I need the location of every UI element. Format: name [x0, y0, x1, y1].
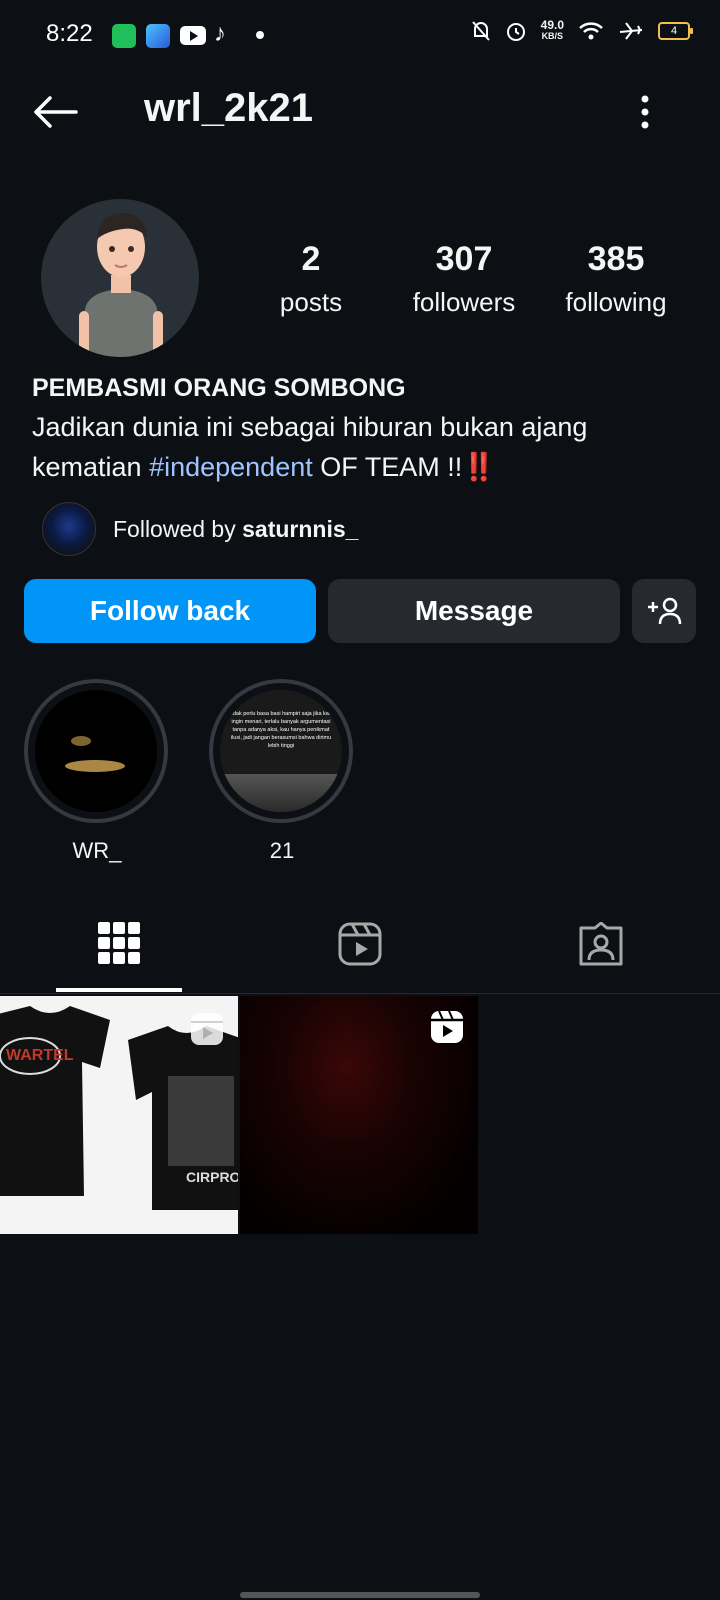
- more-notifications-icon: [256, 31, 264, 39]
- wifi-icon: [579, 22, 603, 40]
- network-speed: 49.0 KB/S: [540, 18, 564, 42]
- bio-text: Jadikan dunia ini sebagai hiburan bukan …: [32, 407, 672, 487]
- followers-count-value: 307: [435, 240, 493, 278]
- posts-count[interactable]: 2 posts: [241, 240, 381, 318]
- shirt-text-1: WARTEL: [6, 1047, 74, 1064]
- highlight-21-label: 21: [269, 838, 295, 863]
- shirt-text-2: CIRPROE: [186, 1169, 238, 1185]
- tiktok-icon: ♪: [214, 20, 226, 47]
- reel-badge-icon: [431, 1010, 463, 1043]
- tagged-icon[interactable]: [579, 922, 623, 966]
- battery-indicator: 4: [658, 22, 693, 40]
- highlight-wr-cover: [35, 690, 157, 812]
- grid-icon[interactable]: [98, 922, 140, 964]
- arrow-left-icon[interactable]: [32, 94, 78, 130]
- double-exclamation-emoji: ‼️: [462, 452, 496, 482]
- follow-back-button[interactable]: Follow back: [24, 579, 316, 643]
- mutual-follower-avatar[interactable]: [42, 502, 96, 556]
- bio-line-1: Jadikan dunia ini sebagai hiburan bukan …: [32, 412, 588, 442]
- followers-count-label: followers: [412, 287, 516, 317]
- bio-line-2: kematian #independent OF TEAM !!‼️: [32, 447, 672, 487]
- reels-icon[interactable]: [338, 922, 382, 966]
- home-indicator[interactable]: [240, 1592, 480, 1598]
- add-person-icon: [648, 597, 682, 625]
- reel-badge-icon: [191, 1013, 223, 1045]
- post-thumbnail-1[interactable]: WARTEL CIRPROE: [0, 996, 238, 1234]
- alarm-icon: [506, 23, 525, 41]
- status-right: 49.0 KB/S 4: [471, 18, 693, 42]
- highlight-wr[interactable]: [24, 679, 168, 823]
- app-notification-icon: [146, 24, 170, 48]
- suggest-people-button[interactable]: [632, 579, 696, 643]
- more-vertical-icon[interactable]: [640, 94, 650, 130]
- youtube-icon: [180, 26, 206, 45]
- following-count[interactable]: 385 following: [546, 240, 686, 318]
- following-count-value: 385: [587, 240, 645, 278]
- highlight-wr-label: WR_: [72, 838, 122, 863]
- following-count-label: following: [565, 287, 667, 317]
- mute-bell-icon: [471, 21, 490, 41]
- posts-count-label: posts: [279, 287, 343, 317]
- tab-divider: [0, 993, 720, 994]
- posts-count-value: 2: [301, 240, 321, 278]
- network-speed-unit: KB/S: [541, 31, 564, 41]
- active-tab-indicator: [56, 988, 182, 992]
- profile-username: wrl_2k21: [144, 86, 314, 130]
- airplane-mode-icon: [619, 22, 643, 40]
- followed-by-prefix: Followed by: [113, 516, 243, 542]
- highlight-21[interactable]: tidak perlu basa basi hampiri saja jika …: [209, 679, 353, 823]
- network-speed-value: 49.0: [540, 18, 564, 32]
- post-thumbnail-2[interactable]: [240, 996, 478, 1234]
- highlight-21-cover: tidak perlu basa basi hampiri saja jika …: [220, 690, 342, 812]
- bio-name: PEMBASMI ORANG SOMBONG: [32, 374, 406, 402]
- bio-line-2-prefix: kematian: [32, 452, 150, 482]
- bio-hashtag-link[interactable]: #independent: [149, 452, 313, 482]
- avatar-character-icon: [79, 213, 163, 357]
- status-time: 8:22: [46, 20, 93, 47]
- bio-line-2-suffix: OF TEAM !!: [312, 452, 463, 482]
- followed-by-text[interactable]: Followed by saturnnis_: [113, 516, 358, 543]
- battery-saver-app-icon: [112, 24, 136, 48]
- message-button[interactable]: Message: [328, 579, 620, 643]
- highlight-21-quote: tidak perlu basa basi hampiri saja jika …: [230, 711, 332, 749]
- followed-by-user: saturnnis_: [242, 516, 359, 542]
- followers-count[interactable]: 307 followers: [394, 240, 534, 318]
- avatar[interactable]: [41, 199, 199, 357]
